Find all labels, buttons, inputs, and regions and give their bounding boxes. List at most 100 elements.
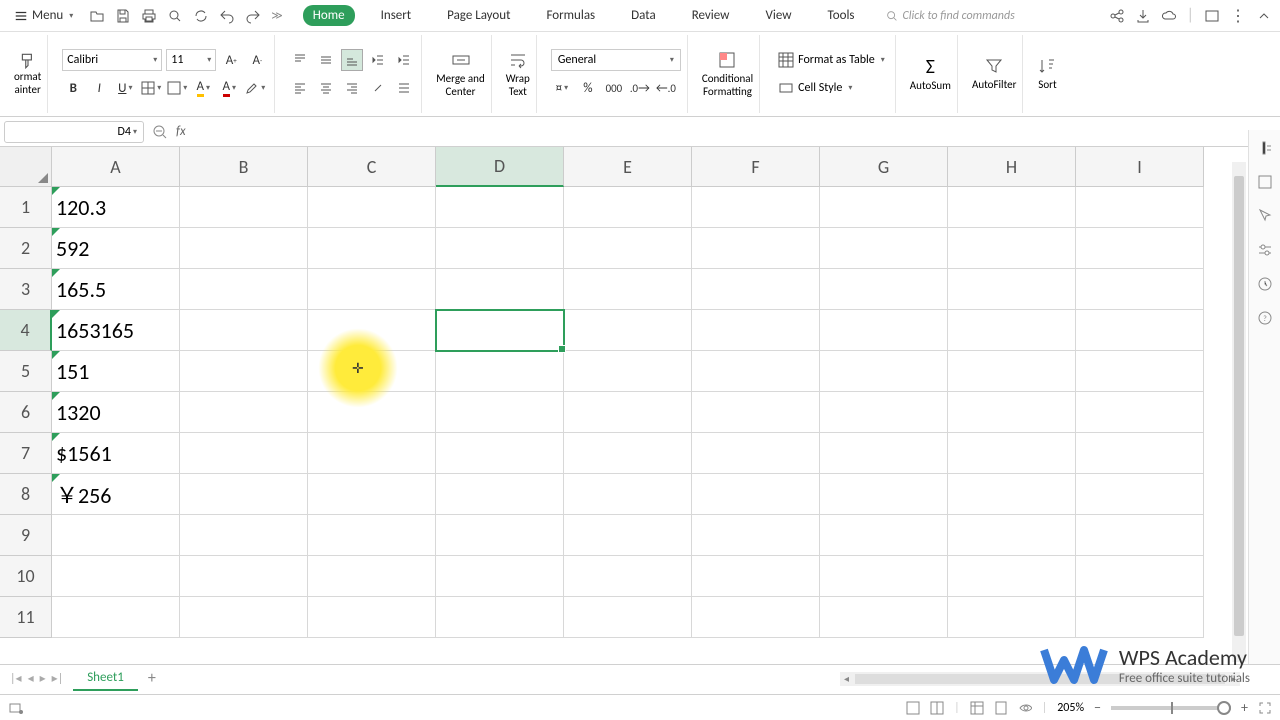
cell-B3[interactable] — [180, 269, 308, 310]
qat-more-icon[interactable]: ≫ — [271, 9, 283, 22]
row-header-6[interactable]: 6 — [0, 392, 52, 433]
tab-view[interactable]: View — [755, 5, 801, 26]
zoom-level[interactable]: 205% — [1057, 701, 1084, 715]
tab-tools[interactable]: Tools — [818, 5, 865, 26]
cell-I6[interactable] — [1076, 392, 1204, 433]
row-header-1[interactable]: 1 — [0, 187, 52, 228]
tab-review[interactable]: Review — [682, 5, 740, 26]
font-size-select[interactable]: 11▾ — [166, 49, 216, 71]
cell-B11[interactable] — [180, 597, 308, 638]
underline-button[interactable]: U▾ — [114, 77, 136, 99]
row-header-9[interactable]: 9 — [0, 515, 52, 556]
cell-H5[interactable] — [948, 351, 1076, 392]
more-icon[interactable]: ⋮ — [1230, 6, 1246, 26]
cell-G3[interactable] — [820, 269, 948, 310]
cell-E10[interactable] — [564, 556, 692, 597]
increase-font-icon[interactable]: A+ — [220, 49, 242, 71]
redo-icon[interactable] — [245, 8, 261, 24]
cell-D3[interactable] — [436, 269, 564, 310]
row-header-7[interactable]: 7 — [0, 433, 52, 474]
align-left-icon[interactable] — [289, 77, 311, 99]
align-top-icon[interactable] — [289, 49, 311, 71]
row-header-3[interactable]: 3 — [0, 269, 52, 310]
menu-button[interactable]: Menu ▾ — [8, 6, 79, 25]
cell-E4[interactable] — [564, 310, 692, 351]
tab-formulas[interactable]: Formulas — [536, 5, 605, 26]
align-right-icon[interactable] — [341, 77, 363, 99]
cell-H2[interactable] — [948, 228, 1076, 269]
col-header-A[interactable]: A — [52, 147, 180, 187]
page-layout-view-icon[interactable] — [994, 701, 1008, 715]
formula-input[interactable] — [194, 121, 1276, 143]
cell-D4[interactable] — [435, 309, 565, 352]
cell-C3[interactable] — [308, 269, 436, 310]
cell-B8[interactable] — [180, 474, 308, 515]
highlight-button[interactable]: ▾ — [244, 77, 266, 99]
cell-F1[interactable] — [692, 187, 820, 228]
cell-format-icon[interactable]: ▾ — [166, 77, 188, 99]
first-sheet-icon[interactable]: |◂ — [10, 671, 22, 686]
cell-B5[interactable] — [180, 351, 308, 392]
command-search[interactable]: Click to find commands — [885, 9, 1015, 23]
cell-D6[interactable] — [436, 392, 564, 433]
settings-slider-icon[interactable] — [1257, 242, 1273, 258]
cell-I9[interactable] — [1076, 515, 1204, 556]
cell-E9[interactable] — [564, 515, 692, 556]
col-header-I[interactable]: I — [1076, 147, 1204, 187]
italic-button[interactable]: I — [88, 77, 110, 99]
tab-insert[interactable]: Insert — [371, 5, 422, 26]
cell-E5[interactable] — [564, 351, 692, 392]
cell-G10[interactable] — [820, 556, 948, 597]
format-as-table-button[interactable]: Format as Table▾ — [774, 50, 889, 70]
cell-G1[interactable] — [820, 187, 948, 228]
cell-D2[interactable] — [436, 228, 564, 269]
cell-B2[interactable] — [180, 228, 308, 269]
cell-E3[interactable] — [564, 269, 692, 310]
page-break-view-icon[interactable] — [1018, 701, 1032, 715]
rtl-icon[interactable] — [393, 77, 415, 99]
properties-icon[interactable] — [1257, 174, 1273, 190]
cell-D10[interactable] — [436, 556, 564, 597]
align-bottom-icon[interactable] — [341, 49, 363, 71]
tab-data[interactable]: Data — [621, 5, 666, 26]
percent-icon[interactable]: % — [577, 77, 599, 99]
cell-mode-icon[interactable] — [906, 701, 920, 715]
cell-A1[interactable]: 120.3 — [52, 187, 180, 228]
cell-A6[interactable]: 1320 — [52, 392, 180, 433]
cell-C4[interactable] — [308, 310, 436, 351]
cell-style-button[interactable]: Cell Style▾ — [774, 78, 856, 98]
col-header-E[interactable]: E — [564, 147, 692, 187]
cell-H4[interactable] — [948, 310, 1076, 351]
conditional-formatting-button[interactable]: Conditional Formatting — [702, 50, 753, 98]
cell-A11[interactable] — [52, 597, 180, 638]
decrease-font-icon[interactable]: A- — [246, 49, 268, 71]
zoom-out-button[interactable]: − — [1094, 699, 1101, 716]
cell-A2[interactable]: 592 — [52, 228, 180, 269]
comma-icon[interactable]: 000 — [603, 77, 625, 99]
select-tool-icon[interactable] — [1257, 208, 1273, 224]
prev-sheet-icon[interactable]: ◂ — [28, 671, 34, 686]
cell-A7[interactable]: $1561 — [52, 433, 180, 474]
cell-A3[interactable]: 165.5 — [52, 269, 180, 310]
cell-G5[interactable] — [820, 351, 948, 392]
cell-B4[interactable] — [180, 310, 308, 351]
number-format-select[interactable]: General▾ — [551, 49, 681, 71]
cell-B10[interactable] — [180, 556, 308, 597]
cell-C11[interactable] — [308, 597, 436, 638]
cell-G4[interactable] — [820, 310, 948, 351]
name-box[interactable]: D4 ▾ — [4, 121, 144, 143]
cell-F10[interactable] — [692, 556, 820, 597]
cell-C5[interactable] — [308, 351, 436, 392]
collapse-ribbon-icon[interactable] — [1256, 8, 1272, 24]
cell-H10[interactable] — [948, 556, 1076, 597]
tab-home[interactable]: Home — [303, 5, 355, 26]
row-header-2[interactable]: 2 — [0, 228, 52, 269]
add-sheet-button[interactable]: + — [148, 669, 156, 688]
currency-icon[interactable]: ¤▾ — [551, 77, 573, 99]
zoom-slider[interactable] — [1111, 706, 1231, 710]
record-macro-icon[interactable] — [8, 700, 24, 716]
format-painter-button[interactable]: ormat ainter — [14, 52, 41, 96]
row-header-4[interactable]: 4 — [0, 310, 52, 351]
cell-A4[interactable]: 1653165 — [52, 310, 180, 351]
cell-H8[interactable] — [948, 474, 1076, 515]
